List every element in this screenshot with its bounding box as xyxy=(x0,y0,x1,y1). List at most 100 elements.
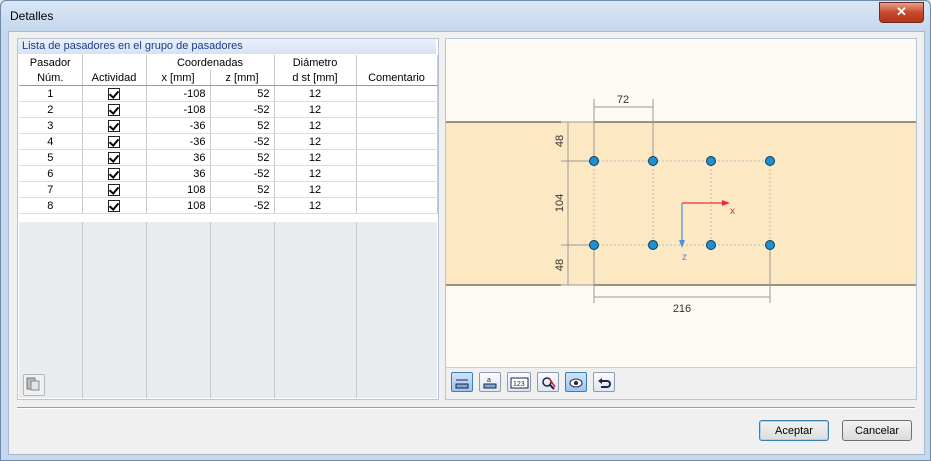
svg-text:a: a xyxy=(487,377,491,384)
cell-x[interactable]: 36 xyxy=(146,149,211,166)
cell-x[interactable]: 36 xyxy=(146,165,211,182)
accept-button[interactable]: Aceptar xyxy=(759,420,829,441)
cell-active[interactable] xyxy=(82,165,147,182)
cell-num[interactable]: 7 xyxy=(19,181,83,198)
dimension-toggle-button[interactable] xyxy=(451,372,473,392)
cell-x[interactable]: -108 xyxy=(146,85,211,102)
cell-diameter[interactable]: 12 xyxy=(274,117,357,134)
cell-diameter[interactable]: 12 xyxy=(274,133,357,150)
table-row[interactable]: 8 108 -52 12 xyxy=(19,197,438,214)
cell-num[interactable]: 2 xyxy=(19,101,83,118)
cell-comment[interactable] xyxy=(356,133,438,150)
table-row[interactable]: 7 108 52 12 xyxy=(19,181,438,198)
cell-active[interactable] xyxy=(82,197,147,214)
active-checkbox[interactable] xyxy=(108,103,120,116)
reset-view-button[interactable] xyxy=(593,372,615,392)
drawing-panel: 72 48 104 48 216 x z xyxy=(445,38,917,400)
header-z[interactable]: z [mm] xyxy=(210,70,275,86)
cell-comment[interactable] xyxy=(356,85,438,102)
cell-active[interactable] xyxy=(82,117,147,134)
header-empty-2 xyxy=(356,55,438,70)
active-checkbox[interactable] xyxy=(108,199,120,212)
zoom-reset-button[interactable] xyxy=(537,372,559,392)
cell-comment[interactable] xyxy=(356,149,438,166)
cell-diameter[interactable]: 12 xyxy=(274,197,357,214)
header-comentario[interactable]: Comentario xyxy=(356,70,438,86)
cell-z[interactable]: -52 xyxy=(210,133,275,150)
cell-z[interactable]: 52 xyxy=(210,85,275,102)
cell-diameter[interactable]: 12 xyxy=(274,101,357,118)
dim-bottom: 48 xyxy=(554,259,566,271)
dimension-icon xyxy=(455,379,469,389)
cell-z[interactable]: -52 xyxy=(210,165,275,182)
header-d[interactable]: d st [mm] xyxy=(274,70,357,86)
cell-z[interactable]: -52 xyxy=(210,101,275,118)
cell-diameter[interactable]: 12 xyxy=(274,165,357,182)
cell-active[interactable] xyxy=(82,101,147,118)
cell-x[interactable]: 108 xyxy=(146,181,211,198)
table-row[interactable]: 2 -108 -52 12 xyxy=(19,101,438,118)
cell-num[interactable]: 5 xyxy=(19,149,83,166)
cell-x[interactable]: 108 xyxy=(146,197,211,214)
cell-comment[interactable] xyxy=(356,165,438,182)
panel-title: Lista de pasadores en el grupo de pasado… xyxy=(18,39,436,54)
view-toggle-button[interactable] xyxy=(565,372,587,392)
cell-num[interactable]: 4 xyxy=(19,133,83,150)
dowel-list-panel: Lista de pasadores en el grupo de pasado… xyxy=(17,38,439,400)
active-checkbox[interactable] xyxy=(108,167,120,180)
cell-x[interactable]: -108 xyxy=(146,101,211,118)
cell-comment[interactable] xyxy=(356,197,438,214)
header-pasador: Pasador xyxy=(19,55,83,70)
cell-z[interactable]: 52 xyxy=(210,149,275,166)
header-x[interactable]: x [mm] xyxy=(146,70,211,86)
active-checkbox[interactable] xyxy=(108,135,120,148)
cell-z[interactable]: 52 xyxy=(210,117,275,134)
header-diametro: Diámetro xyxy=(274,55,357,70)
dowel-table: Pasador Coordenadas Diámetro Núm. Activi… xyxy=(19,55,438,214)
cell-z[interactable]: -52 xyxy=(210,197,275,214)
separator xyxy=(17,407,915,409)
close-button[interactable]: ✕ xyxy=(879,2,924,23)
cell-active[interactable] xyxy=(82,149,147,166)
axis-z-label: z xyxy=(682,252,687,263)
dowel-5 xyxy=(706,156,716,166)
active-checkbox[interactable] xyxy=(108,119,120,132)
cell-diameter[interactable]: 12 xyxy=(274,85,357,102)
table-row[interactable]: 1 -108 52 12 xyxy=(19,85,438,102)
export-table-button[interactable] xyxy=(23,374,45,396)
table-row[interactable]: 4 -36 -52 12 xyxy=(19,133,438,150)
table-row[interactable]: 3 -36 52 12 xyxy=(19,117,438,134)
header-num[interactable]: Núm. xyxy=(19,70,83,86)
cell-num[interactable]: 6 xyxy=(19,165,83,182)
dowel-3 xyxy=(648,156,658,166)
numbering-toggle-button[interactable]: 123 xyxy=(507,372,531,392)
cell-comment[interactable] xyxy=(356,117,438,134)
cell-num[interactable]: 8 xyxy=(19,197,83,214)
cell-comment[interactable] xyxy=(356,101,438,118)
cancel-button[interactable]: Cancelar xyxy=(842,420,912,441)
cell-active[interactable] xyxy=(82,133,147,150)
undo-icon xyxy=(598,378,611,388)
dowel-drawing: 72 48 104 48 216 x z xyxy=(446,94,916,315)
header-actividad[interactable]: Actividad xyxy=(82,70,147,86)
cell-active[interactable] xyxy=(82,85,147,102)
active-checkbox[interactable] xyxy=(108,151,120,164)
table-row[interactable]: 5 36 52 12 xyxy=(19,149,438,166)
cell-x[interactable]: -36 xyxy=(146,133,211,150)
cell-active[interactable] xyxy=(82,181,147,198)
cell-diameter[interactable]: 12 xyxy=(274,181,357,198)
cell-x[interactable]: -36 xyxy=(146,117,211,134)
table-empty-area xyxy=(19,222,437,398)
label-toggle-button[interactable]: a xyxy=(479,372,501,392)
dowel-4 xyxy=(648,240,658,250)
active-checkbox[interactable] xyxy=(108,183,120,196)
cell-comment[interactable] xyxy=(356,181,438,198)
active-checkbox[interactable] xyxy=(108,87,120,100)
cell-num[interactable]: 1 xyxy=(19,85,83,102)
cell-num[interactable]: 3 xyxy=(19,117,83,134)
table-row[interactable]: 6 36 -52 12 xyxy=(19,165,438,182)
dim-middle: 104 xyxy=(554,194,566,212)
dowel-8 xyxy=(765,240,775,250)
cell-z[interactable]: 52 xyxy=(210,181,275,198)
cell-diameter[interactable]: 12 xyxy=(274,149,357,166)
